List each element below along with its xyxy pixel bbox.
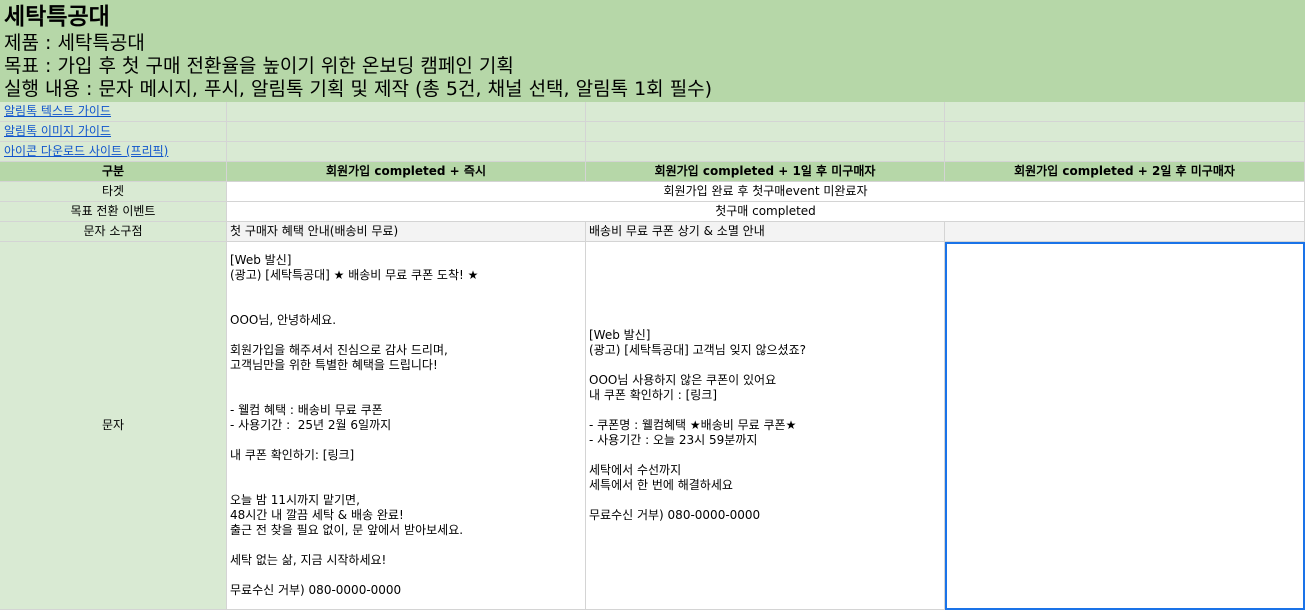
- hook-day2[interactable]: [945, 222, 1305, 242]
- message-row: 문자 [Web 발신] (광고) [세탁특공대] ★ 배송비 무료 쿠폰 도착!…: [0, 242, 1305, 610]
- link-row-text-guide: 알림톡 텍스트 가이드: [0, 102, 1305, 122]
- link-text-guide[interactable]: 알림톡 텍스트 가이드: [0, 104, 111, 118]
- message-cell-day1[interactable]: [Web 발신] (광고) [세탁특공대] 고객님 잊지 않으셨죠? OOO님 …: [586, 242, 945, 610]
- event-label[interactable]: 목표 전환 이벤트: [0, 202, 227, 222]
- cell[interactable]: [227, 102, 586, 122]
- hook-immediate[interactable]: 첫 구매자 혜택 안내(배송비 무료): [227, 222, 586, 242]
- cell[interactable]: [227, 122, 586, 142]
- link-row-image-guide: 알림톡 이미지 가이드: [0, 122, 1305, 142]
- message-cell-immediate[interactable]: [Web 발신] (광고) [세탁특공대] ★ 배송비 무료 쿠폰 도착! ★ …: [227, 242, 586, 610]
- col-header-day2[interactable]: 회원가입 completed + 2일 후 미구매자: [945, 162, 1305, 182]
- target-value[interactable]: 회원가입 완료 후 첫구매event 미완료자: [227, 182, 1305, 202]
- cell[interactable]: [586, 142, 945, 162]
- col-header-day1[interactable]: 회원가입 completed + 1일 후 미구매자: [586, 162, 945, 182]
- hook-label[interactable]: 문자 소구점: [0, 222, 227, 242]
- header-row: 구분 회원가입 completed + 즉시 회원가입 completed + …: [0, 162, 1305, 182]
- cell[interactable]: [227, 142, 586, 162]
- link-image-guide[interactable]: 알림톡 이미지 가이드: [0, 124, 111, 138]
- task-line: 실행 내용 : 문자 메시지, 푸시, 알림톡 기획 및 제작 (총 5건, 채…: [4, 78, 713, 100]
- link-icon-site[interactable]: 아이콘 다운로드 사이트 (프리픽): [0, 144, 168, 158]
- col-header-immediate[interactable]: 회원가입 completed + 즉시: [227, 162, 586, 182]
- header-banner: 세탁특공대 제품 : 세탁특공대 목표 : 가입 후 첫 구매 전환율을 높이기…: [0, 0, 1305, 103]
- hook-row: 문자 소구점 첫 구매자 혜택 안내(배송비 무료) 배송비 무료 쿠폰 상기 …: [0, 222, 1305, 242]
- message-immediate: [Web 발신] (광고) [세탁특공대] ★ 배송비 무료 쿠폰 도착! ★ …: [230, 253, 479, 597]
- cell[interactable]: [586, 102, 945, 122]
- cell[interactable]: [945, 122, 1305, 142]
- page-title: 세탁특공대: [4, 4, 110, 30]
- link-row-icon-site: 아이콘 다운로드 사이트 (프리픽): [0, 142, 1305, 162]
- cell[interactable]: [945, 102, 1305, 122]
- cell[interactable]: [945, 142, 1305, 162]
- col-header-category[interactable]: 구분: [0, 162, 227, 182]
- message-day1: [Web 발신] (광고) [세탁특공대] 고객님 잊지 않으셨죠? OOO님 …: [589, 328, 806, 522]
- target-label[interactable]: 타겟: [0, 182, 227, 202]
- event-row: 목표 전환 이벤트 첫구매 completed: [0, 202, 1305, 222]
- product-line: 제품 : 세탁특공대: [4, 32, 145, 54]
- cell[interactable]: [586, 122, 945, 142]
- event-value[interactable]: 첫구매 completed: [227, 202, 1305, 222]
- target-row: 타겟 회원가입 완료 후 첫구매event 미완료자: [0, 182, 1305, 202]
- goal-line: 목표 : 가입 후 첫 구매 전환율을 높이기 위한 온보딩 캠페인 기획: [4, 55, 514, 77]
- message-label[interactable]: 문자: [0, 242, 227, 610]
- hook-day1[interactable]: 배송비 무료 쿠폰 상기 & 소멸 안내: [586, 222, 945, 242]
- message-cell-day2-selected[interactable]: [945, 242, 1305, 610]
